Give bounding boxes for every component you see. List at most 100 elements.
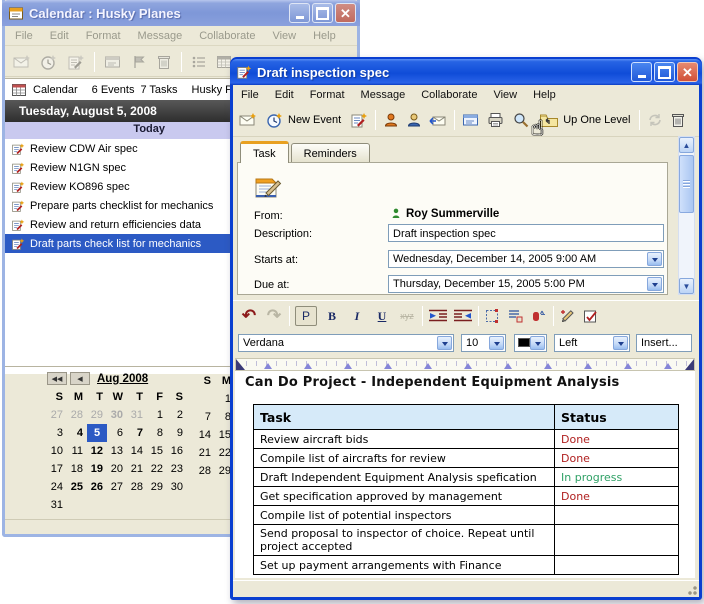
- day-cell[interactable]: 10: [47, 442, 67, 460]
- day-cell[interactable]: 18: [67, 460, 87, 478]
- day-cell[interactable]: 9: [167, 424, 187, 442]
- due-at-combo[interactable]: Thursday, December 15, 2005 5:00 PM: [388, 275, 664, 293]
- underline-button[interactable]: U: [372, 306, 392, 326]
- search-icon[interactable]: [512, 112, 530, 128]
- delete-icon[interactable]: [670, 112, 686, 128]
- up-one-level-button[interactable]: Up One Level: [537, 110, 632, 130]
- day-cell[interactable]: 4: [67, 424, 87, 442]
- day-cell[interactable]: 25: [67, 478, 87, 496]
- scroll-up-arrow[interactable]: ▲: [679, 137, 694, 153]
- menu-item[interactable]: Collaborate: [199, 30, 255, 42]
- day-cell[interactable]: 16: [167, 442, 187, 460]
- day-cell[interactable]: 17: [47, 460, 67, 478]
- day-cell[interactable]: 21: [127, 460, 147, 478]
- tab[interactable]: Reminders: [291, 143, 370, 163]
- day-cell[interactable]: 28: [127, 478, 147, 496]
- day-cell[interactable]: [195, 390, 215, 408]
- prev-month-button[interactable]: ◀: [70, 372, 90, 385]
- menu-item[interactable]: Format: [86, 30, 121, 42]
- day-cell[interactable]: 12: [87, 442, 107, 460]
- close-button[interactable]: ✕: [335, 3, 356, 23]
- chevron-down-icon[interactable]: [647, 277, 662, 291]
- task-titlebar[interactable]: Draft inspection spec ✕: [230, 59, 702, 85]
- tab[interactable]: Task: [240, 141, 289, 163]
- day-cell[interactable]: 28: [67, 406, 87, 424]
- view-list-icon[interactable]: [104, 54, 122, 70]
- left-margin-marker[interactable]: [236, 359, 245, 370]
- day-cell[interactable]: 29: [87, 406, 107, 424]
- day-cell[interactable]: 19: [87, 460, 107, 478]
- font-color-combo[interactable]: [514, 334, 547, 352]
- menu-item[interactable]: Edit: [275, 89, 294, 101]
- right-margin-marker[interactable]: [685, 359, 694, 370]
- day-cell[interactable]: 28: [195, 462, 215, 480]
- reply-icon[interactable]: [429, 112, 447, 128]
- prev-year-button[interactable]: ◀◀: [47, 372, 67, 385]
- description-input[interactable]: [388, 224, 664, 242]
- align-combo[interactable]: Left: [554, 334, 630, 352]
- menu-item[interactable]: File: [15, 30, 33, 42]
- minimize-button[interactable]: [631, 62, 652, 82]
- insert-combo[interactable]: Insert...: [636, 334, 692, 352]
- signature-icon[interactable]: [559, 308, 577, 324]
- new-mail-icon[interactable]: [239, 112, 257, 128]
- font-family-combo[interactable]: Verdana: [238, 334, 454, 352]
- menu-item[interactable]: Message: [361, 89, 406, 101]
- close-button[interactable]: ✕: [677, 62, 698, 82]
- day-cell[interactable]: 30: [107, 406, 127, 424]
- chevron-down-icon[interactable]: [437, 336, 452, 350]
- scrollbar-thumb[interactable]: [679, 155, 694, 213]
- new-task-icon[interactable]: [67, 54, 85, 70]
- infobar-tasks-count[interactable]: 7 Tasks: [140, 84, 177, 96]
- day-cell[interactable]: 2: [167, 406, 187, 424]
- select-object-icon[interactable]: [484, 308, 502, 324]
- day-cell[interactable]: 3: [47, 424, 67, 442]
- day-cell[interactable]: 7: [195, 408, 215, 426]
- chevron-down-icon[interactable]: [530, 336, 545, 350]
- infobar-events-count[interactable]: 6 Events: [92, 84, 135, 96]
- view-list-icon[interactable]: [462, 112, 480, 128]
- day-cell[interactable]: 11: [67, 442, 87, 460]
- today-label[interactable]: Today: [5, 123, 165, 135]
- attach-person-icon[interactable]: [383, 112, 399, 128]
- maximize-button[interactable]: [654, 62, 675, 82]
- spellcheck-icon[interactable]: [582, 308, 600, 324]
- contact-icon[interactable]: [406, 112, 422, 128]
- day-cell[interactable]: 5: [87, 424, 107, 442]
- menu-item[interactable]: View: [493, 89, 517, 101]
- day-cell[interactable]: 13: [107, 442, 127, 460]
- italic-button[interactable]: I: [347, 306, 367, 326]
- calendar-titlebar[interactable]: Calendar : Husky Planes ✕: [2, 0, 360, 26]
- day-cell[interactable]: 30: [167, 478, 187, 496]
- menu-item[interactable]: Help: [313, 30, 336, 42]
- chevron-down-icon[interactable]: [613, 336, 628, 350]
- day-cell[interactable]: 1: [147, 406, 167, 424]
- day-cell[interactable]: 8: [147, 424, 167, 442]
- vertical-scrollbar[interactable]: ▲ ▼: [678, 136, 695, 295]
- day-cell[interactable]: 26: [87, 478, 107, 496]
- resize-grip[interactable]: [685, 583, 697, 595]
- maximize-button[interactable]: [312, 3, 333, 23]
- indent-decrease-icon[interactable]: [453, 308, 473, 324]
- bullets-icon[interactable]: [191, 54, 207, 70]
- month-label[interactable]: Aug 2008: [97, 373, 148, 385]
- chevron-down-icon[interactable]: [647, 252, 662, 266]
- day-cell[interactable]: 24: [47, 478, 67, 496]
- font-size-combo[interactable]: 10: [461, 334, 506, 352]
- menu-item[interactable]: Message: [138, 30, 183, 42]
- day-cell[interactable]: 29: [147, 478, 167, 496]
- menu-item[interactable]: View: [272, 30, 296, 42]
- new-event-button[interactable]: New Event: [264, 110, 343, 130]
- print-icon[interactable]: [487, 112, 505, 128]
- plain-style-button[interactable]: P: [295, 306, 317, 326]
- day-cell[interactable]: 22: [147, 460, 167, 478]
- menu-item[interactable]: Help: [533, 89, 556, 101]
- flag-icon[interactable]: [131, 54, 147, 70]
- day-cell[interactable]: 27: [47, 406, 67, 424]
- day-cell[interactable]: 20: [107, 460, 127, 478]
- day-cell[interactable]: 31: [127, 406, 147, 424]
- menu-item[interactable]: Edit: [50, 30, 69, 42]
- day-cell[interactable]: 6: [107, 424, 127, 442]
- chevron-down-icon[interactable]: [489, 336, 504, 350]
- starts-at-combo[interactable]: Wednesday, December 14, 2005 9:00 AM: [388, 250, 664, 268]
